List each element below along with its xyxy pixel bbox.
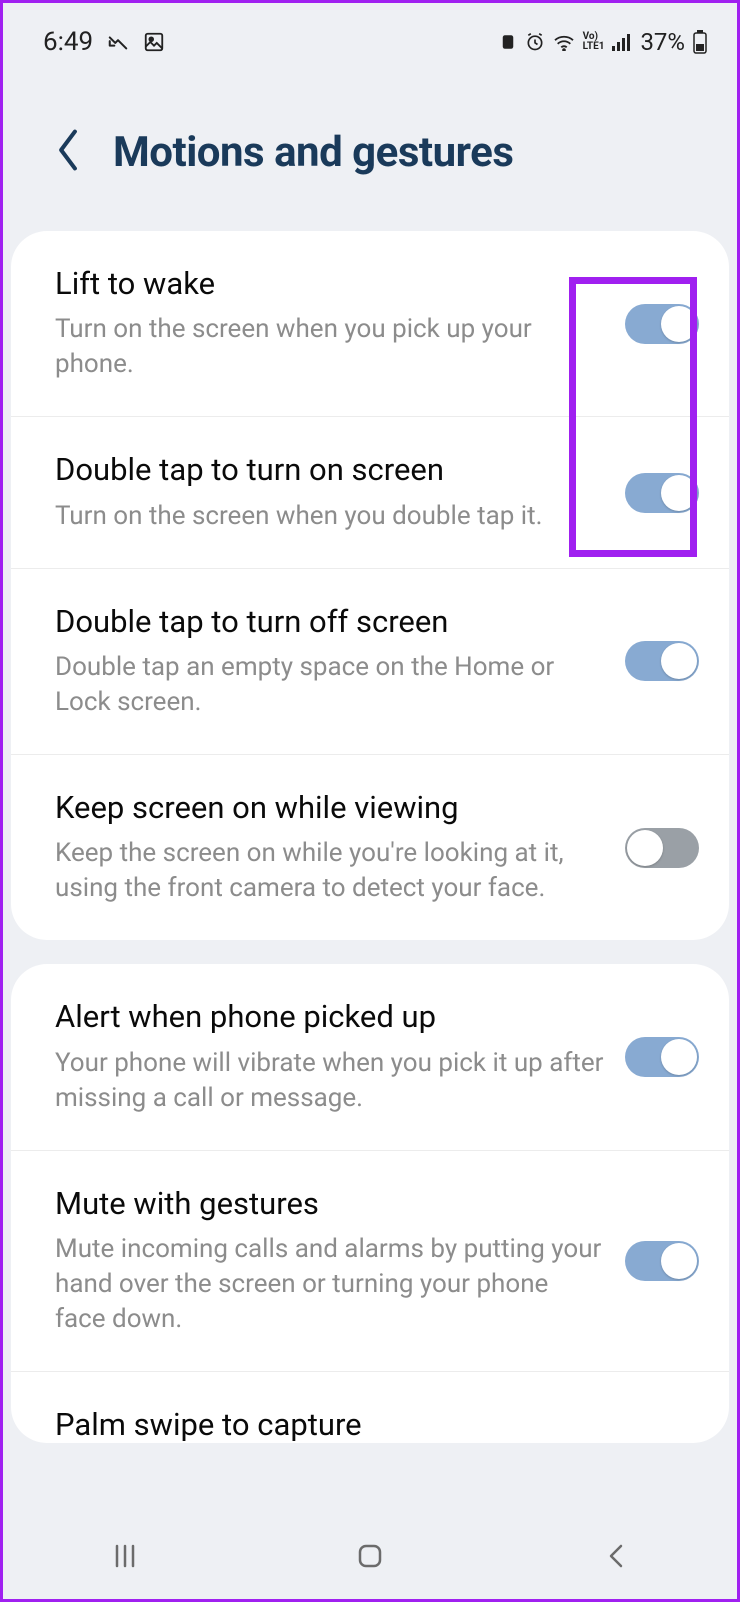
setting-row-mute-gestures[interactable]: Mute with gestures Mute incoming calls a… (11, 1151, 729, 1372)
setting-row-keep-screen-on[interactable]: Keep screen on while viewing Keep the sc… (11, 755, 729, 940)
page-header: Motions and gestures (3, 67, 737, 217)
gallery-icon (143, 31, 165, 53)
setting-row-alert-picked-up[interactable]: Alert when phone picked up Your phone wi… (11, 964, 729, 1150)
settings-card: Alert when phone picked up Your phone wi… (11, 964, 729, 1443)
setting-title: Palm swipe to capture (55, 1406, 699, 1443)
setting-title: Alert when phone picked up (55, 998, 605, 1035)
setting-row-double-tap-on[interactable]: Double tap to turn on screen Turn on the… (11, 417, 729, 568)
setting-title: Double tap to turn off screen (55, 603, 605, 640)
setting-text: Lift to wake Turn on the screen when you… (55, 265, 605, 382)
setting-desc: Double tap an empty space on the Home or… (55, 650, 605, 720)
setting-text: Alert when phone picked up Your phone wi… (55, 998, 605, 1115)
setting-text: Mute with gestures Mute incoming calls a… (55, 1185, 605, 1337)
nav-home-button[interactable] (330, 1531, 410, 1581)
statusbar: 6:49 Vo)LTE1 37% (3, 3, 737, 67)
nav-recents-button[interactable] (85, 1531, 165, 1581)
settings-card: Lift to wake Turn on the screen when you… (11, 231, 729, 940)
missed-call-icon (107, 31, 129, 53)
setting-desc: Your phone will vibrate when you pick it… (55, 1046, 605, 1116)
android-navbar (3, 1513, 737, 1599)
setting-row-lift-to-wake[interactable]: Lift to wake Turn on the screen when you… (11, 231, 729, 417)
back-button[interactable] (53, 127, 83, 177)
toggle-double-tap-on[interactable] (625, 473, 699, 513)
page-title: Motions and gestures (113, 128, 513, 177)
setting-text: Keep screen on while viewing Keep the sc… (55, 789, 605, 906)
status-time: 6:49 (43, 27, 93, 57)
setting-title: Keep screen on while viewing (55, 789, 605, 826)
signal-icon (612, 33, 632, 51)
toggle-double-tap-off[interactable] (625, 641, 699, 681)
setting-text: Double tap to turn on screen Turn on the… (55, 451, 605, 533)
setting-desc: Keep the screen on while you're looking … (55, 836, 605, 906)
toggle-alert-picked-up[interactable] (625, 1037, 699, 1077)
statusbar-right: Vo)LTE1 37% (499, 28, 707, 56)
volte-icon: Vo)LTE1 (583, 32, 605, 52)
toggle-mute-gestures[interactable] (625, 1241, 699, 1281)
settings-scroll[interactable]: Lift to wake Turn on the screen when you… (3, 231, 737, 1513)
notif-icon (499, 33, 517, 51)
alarm-icon (525, 32, 545, 52)
nav-back-button[interactable] (575, 1531, 655, 1581)
setting-title: Mute with gestures (55, 1185, 605, 1222)
setting-desc: Turn on the screen when you double tap i… (55, 499, 605, 534)
setting-desc: Mute incoming calls and alarms by puttin… (55, 1232, 605, 1337)
toggle-lift-to-wake[interactable] (625, 304, 699, 344)
toggle-keep-screen-on[interactable] (625, 828, 699, 868)
setting-text: Double tap to turn off screen Double tap… (55, 603, 605, 720)
setting-row-palm-swipe[interactable]: Palm swipe to capture (11, 1372, 729, 1443)
setting-row-double-tap-off[interactable]: Double tap to turn off screen Double tap… (11, 569, 729, 755)
setting-title: Double tap to turn on screen (55, 451, 605, 488)
setting-title: Lift to wake (55, 265, 605, 302)
battery-percent: 37% (640, 28, 685, 56)
setting-desc: Turn on the screen when you pick up your… (55, 312, 605, 382)
wifi-icon (553, 33, 575, 51)
battery-icon (693, 30, 707, 54)
setting-text: Palm swipe to capture (55, 1406, 699, 1443)
statusbar-left: 6:49 (43, 27, 165, 57)
